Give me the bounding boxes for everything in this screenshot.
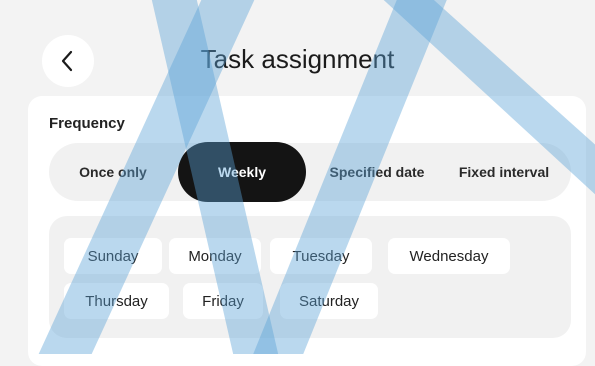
day-chip-thursday[interactable]: Thursday [64,283,169,319]
frequency-card: Frequency Once only Weekly Specified dat… [28,96,586,366]
option-fixed-interval[interactable]: Fixed interval [445,143,563,201]
day-chip-wednesday[interactable]: Wednesday [388,238,510,274]
option-weekly[interactable]: Weekly [178,142,306,202]
weekday-selector: Sunday Monday Tuesday Wednesday Thursday… [49,216,571,338]
day-chip-tuesday[interactable]: Tuesday [270,238,372,274]
frequency-segmented-control: Once only Weekly Specified date Fixed in… [49,142,571,202]
header: Task assignment [0,0,595,96]
page-title: Task assignment [200,44,395,74]
day-chip-monday[interactable]: Monday [169,238,261,274]
day-chip-friday[interactable]: Friday [183,283,263,319]
option-specified-date[interactable]: Specified date [311,143,443,201]
day-chip-saturday[interactable]: Saturday [280,283,378,319]
day-chip-sunday[interactable]: Sunday [64,238,162,274]
frequency-label: Frequency [49,115,125,132]
option-once-only[interactable]: Once only [49,143,177,201]
